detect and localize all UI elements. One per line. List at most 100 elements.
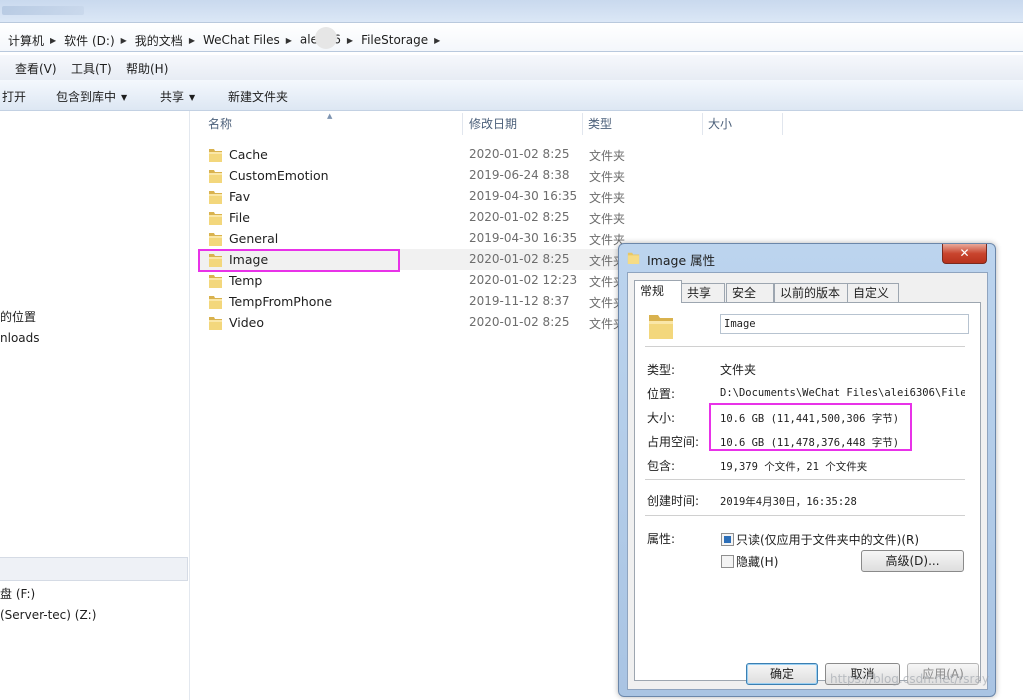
breadcrumb-my-documents[interactable]: 我的文档 [135,32,183,49]
file-name[interactable]: General [229,231,278,246]
column-size[interactable]: 大小 [708,111,732,137]
ok-button[interactable]: 确定 [746,663,818,685]
file-name[interactable]: Fav [229,189,250,204]
column-type[interactable]: 类型 [588,111,612,137]
file-row[interactable]: Cache 2020-01-02 8:25 文件夹 [200,144,680,165]
nav-item-selected-highlight[interactable] [0,557,188,581]
chevron-right-icon[interactable]: ▶ [50,36,56,45]
folder-icon [209,315,222,330]
file-name[interactable]: File [229,210,250,225]
chevron-right-icon[interactable]: ▶ [121,36,127,45]
column-divider[interactable] [462,113,463,135]
file-date: 2020-01-02 8:25 [469,252,570,266]
tab-sharing[interactable]: 共享 [681,283,725,302]
folder-icon [627,252,640,264]
chevron-right-icon[interactable]: ▶ [286,36,292,45]
navigation-pane[interactable]: 的位置 nloads 盘 (F:) (Server-tec) (Z:) [0,111,190,700]
share-label: 共享 [160,90,185,104]
nav-item-downloads[interactable]: nloads [0,331,40,345]
close-icon: ✕ [959,246,970,260]
nav-item-network-z[interactable]: (Server-tec) (Z:) [0,608,96,622]
window-title-strip [0,0,1023,22]
file-name[interactable]: TempFromPhone [229,294,332,309]
close-button[interactable]: ✕ [942,244,987,264]
file-row[interactable]: CustomEmotion 2019-06-24 8:38 文件夹 [200,165,680,186]
dialog-title: Image 属性 [647,253,716,268]
breadcrumb-computer[interactable]: 计算机 [8,32,44,49]
file-date: 2019-04-30 16:35 [469,231,578,245]
folder-icon [209,147,222,162]
file-date: 2020-01-02 8:25 [469,315,570,329]
file-row[interactable]: Video 2020-01-02 8:25 文件夹 [200,312,680,333]
menu-help[interactable]: 帮助(H) [126,60,168,77]
file-name[interactable]: CustomEmotion [229,168,329,183]
advanced-button[interactable]: 高级(D)... [861,550,964,572]
open-button[interactable]: 打开 [2,88,26,105]
size-on-disk-label: 占用空间: [647,435,700,449]
window-title-blurred [2,6,84,15]
folder-icon [649,315,673,339]
tab-security[interactable]: 安全 [726,283,774,302]
tab-general[interactable]: 常规 [634,280,682,303]
location-value: D:\Documents\WeChat Files\alei6306\FileS… [720,387,965,399]
column-name[interactable]: 名称 [208,111,232,137]
share-button[interactable]: 共享 ▼ [160,88,195,105]
nav-item-recent-places[interactable]: 的位置 [0,308,36,325]
chevron-right-icon[interactable]: ▶ [434,36,440,45]
file-date: 2020-01-02 12:23 [469,273,578,287]
contains-value: 19,379 个文件，21 个文件夹 [720,461,868,473]
folder-name-input[interactable]: Image [720,314,969,334]
breadcrumb-drive-d[interactable]: 软件 (D:) [64,32,114,49]
menu-view[interactable]: 查看(V) [15,60,57,77]
column-divider[interactable] [782,113,783,135]
chevron-right-icon[interactable]: ▶ [347,36,353,45]
folder-icon [209,231,222,246]
readonly-checkbox[interactable] [721,533,734,546]
size-label: 大小: [647,411,676,425]
file-name[interactable]: Video [229,315,264,330]
file-name[interactable]: Cache [229,147,268,162]
menu-tools[interactable]: 工具(T) [71,60,112,77]
file-date: 2019-04-30 16:35 [469,189,578,203]
folder-icon [209,168,222,183]
divider [645,515,965,516]
breadcrumb: 计算机 ▶ 软件 (D:) ▶ 我的文档 ▶ WeChat Files ▶ alei 6 ▶… [8,27,448,51]
breadcrumb-wechat-files[interactable]: WeChat Files [203,33,280,47]
column-divider[interactable] [582,113,583,135]
hidden-label[interactable]: 隐藏(H) [736,553,778,570]
command-bar: 打开 包含到库中 ▼ 共享 ▼ 新建文件夹 [0,80,1023,111]
file-date: 2020-01-02 8:25 [469,147,570,161]
folder-icon [209,273,222,288]
divider [645,346,965,347]
column-divider[interactable] [702,113,703,135]
file-type: 文件夹 [589,170,626,184]
caret-down-icon: ▼ [189,93,196,102]
breadcrumb-user-folder[interactable]: alei 6 [300,27,341,51]
file-row[interactable]: Temp 2020-01-02 12:23 文件夹 [200,270,680,291]
include-in-library-label: 包含到库中 [56,90,117,104]
readonly-label[interactable]: 只读(仅应用于文件夹中的文件)(R) [736,531,919,548]
include-in-library-button[interactable]: 包含到库中 ▼ [56,88,127,105]
file-name[interactable]: Temp [229,273,262,288]
caret-down-icon: ▼ [121,93,128,102]
breadcrumb-filestorage[interactable]: FileStorage [361,33,428,47]
highlight-box-size-values [709,403,912,451]
file-type: 文件夹 [589,191,626,205]
tab-customize[interactable]: 自定义 [847,283,899,302]
dialog-body: 常规 共享 安全 以前的版本 自定义 Image 类型: 文件夹 位置: D:\… [627,272,988,690]
file-row[interactable]: File 2020-01-02 8:25 文件夹 [200,207,680,228]
address-bar[interactable]: 计算机 ▶ 软件 (D:) ▶ 我的文档 ▶ WeChat Files ▶ alei 6 ▶… [0,22,1023,52]
nav-item-drive-f[interactable]: 盘 (F:) [0,585,35,602]
chevron-right-icon[interactable]: ▶ [189,36,195,45]
file-row[interactable]: Fav 2019-04-30 16:35 文件夹 [200,186,680,207]
column-date-modified[interactable]: 修改日期 [469,111,517,137]
tab-previous-versions[interactable]: 以前的版本 [774,283,848,302]
file-row[interactable]: TempFromPhone 2019-11-12 8:37 文件夹 [200,291,680,312]
watermark: https://blog.csdn.net/rsray [830,672,989,686]
type-value: 文件夹 [720,363,757,377]
file-row[interactable]: General 2019-04-30 16:35 文件夹 [200,228,680,249]
new-folder-button[interactable]: 新建文件夹 [228,88,288,105]
hidden-checkbox[interactable] [721,555,734,568]
menu-bar: 查看(V) 工具(T) 帮助(H) [0,55,1023,81]
folder-icon [209,189,222,204]
